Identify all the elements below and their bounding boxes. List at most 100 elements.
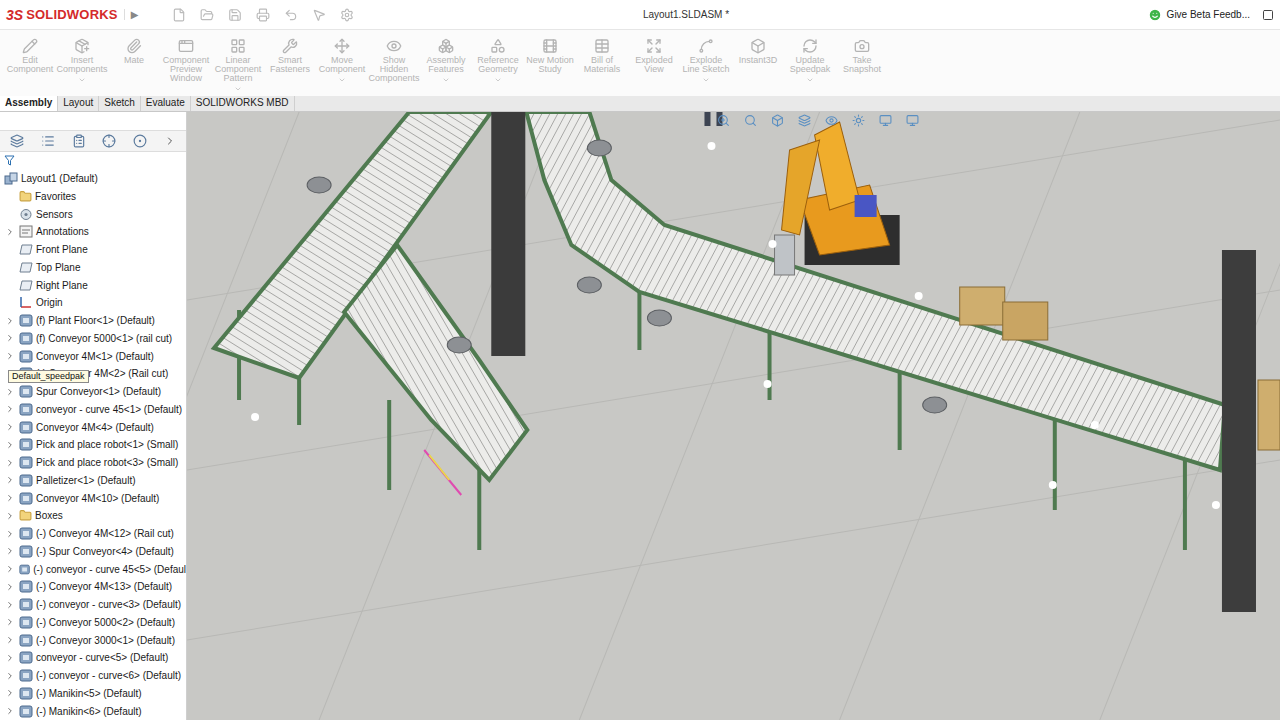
expand-arrow-icon[interactable] xyxy=(5,600,15,610)
tree-item[interactable]: Right Plane xyxy=(0,276,186,294)
handle-dot[interactable] xyxy=(1091,421,1099,429)
hide-show-icon[interactable] xyxy=(825,114,838,127)
section-view-icon[interactable] xyxy=(771,114,784,127)
zoom-fit-icon[interactable] xyxy=(717,114,730,127)
tree-item[interactable]: conveyor - curve 45<1> (Default) xyxy=(0,401,186,419)
expand-arrow-icon[interactable] xyxy=(5,227,15,237)
handle-dot[interactable] xyxy=(1049,481,1057,489)
viewport-canvas[interactable] xyxy=(187,112,1280,720)
expand-arrow-icon[interactable] xyxy=(5,404,15,414)
expander[interactable] xyxy=(4,600,16,610)
expander[interactable] xyxy=(4,635,16,645)
tree-item[interactable]: (f) Conveyor 5000<1> (rail cut) xyxy=(0,330,186,348)
tree-item[interactable]: Conveyor 4M<10> (Default) xyxy=(0,489,186,507)
tree-item[interactable]: (-) Conveyor 4M<2> (Rail cut)Default_spe… xyxy=(0,365,186,383)
expander[interactable] xyxy=(4,404,16,414)
tree-item[interactable]: Layout1 (Default) xyxy=(0,170,186,188)
tree-item[interactable]: (-) Manikin<6> (Default) xyxy=(0,702,186,720)
property-list-icon[interactable] xyxy=(41,134,55,148)
tree-item[interactable]: Pick and place robot<1> (Small) xyxy=(0,436,186,454)
handle-dot[interactable] xyxy=(707,142,715,150)
tree-item[interactable]: (f) Plant Floor<1> (Default) xyxy=(0,312,186,330)
expand-arrow-icon[interactable] xyxy=(5,546,15,556)
expander[interactable] xyxy=(4,564,16,574)
expander[interactable] xyxy=(4,706,16,716)
tree-item[interactable]: (-) Spur Conveyor<4> (Default) xyxy=(0,543,186,561)
expand-arrow-icon[interactable] xyxy=(5,653,15,663)
handle-dot[interactable] xyxy=(769,240,777,248)
monitor-icon[interactable] xyxy=(906,114,919,127)
handle-dot[interactable] xyxy=(1212,501,1220,509)
command-tab[interactable]: SOLIDWORKS MBD xyxy=(191,96,295,111)
tree-item[interactable]: (-) Manikin<5> (Default) xyxy=(0,685,186,703)
print-icon[interactable] xyxy=(256,8,270,22)
expand-arrow-icon[interactable] xyxy=(5,706,15,716)
tree-item[interactable]: (-) Conveyor 4M<12> (Rail cut) xyxy=(0,525,186,543)
expander[interactable] xyxy=(4,387,16,397)
filter-icon[interactable] xyxy=(4,155,15,166)
tree-item[interactable]: Favorites xyxy=(0,188,186,206)
configuration-icon[interactable] xyxy=(72,134,86,148)
tree-item[interactable]: (-) conveyor - curve<3> (Default) xyxy=(0,596,186,614)
tree-item[interactable]: Top Plane xyxy=(0,259,186,277)
tree-item[interactable]: Front Plane xyxy=(0,241,186,259)
new-file-icon[interactable] xyxy=(172,8,186,22)
command-tab[interactable]: Evaluate xyxy=(141,96,191,111)
view-orientation-icon[interactable] xyxy=(798,114,811,127)
expander[interactable] xyxy=(4,582,16,592)
tree-item[interactable]: (-) conveyor - curve<6> (Default) xyxy=(0,667,186,685)
save-icon[interactable] xyxy=(228,8,242,22)
expand-arrow-icon[interactable] xyxy=(5,529,15,539)
tree-item[interactable]: Annotations xyxy=(0,223,186,241)
expander[interactable] xyxy=(4,511,16,521)
expand-arrow-icon[interactable] xyxy=(5,422,15,432)
dimxpert-icon[interactable] xyxy=(102,134,116,148)
expander[interactable] xyxy=(4,440,16,450)
expander[interactable] xyxy=(4,316,16,326)
more-tabs-icon[interactable] xyxy=(164,135,176,147)
expander[interactable] xyxy=(4,475,16,485)
command-tab[interactable]: Assembly xyxy=(0,96,58,111)
menu-arrow[interactable]: ▶ xyxy=(124,9,147,20)
solidworks-logo[interactable]: 3SSOLIDWORKS xyxy=(6,7,118,23)
command-tab[interactable]: Sketch xyxy=(99,96,141,111)
tree-item[interactable]: (-) Conveyor 5000<2> (Default) xyxy=(0,614,186,632)
expander[interactable] xyxy=(4,617,16,627)
tree-item[interactable]: Sensors xyxy=(0,205,186,223)
expand-arrow-icon[interactable] xyxy=(5,635,15,645)
expand-arrow-icon[interactable] xyxy=(5,617,15,627)
tree-item[interactable]: (-) Conveyor 3000<1> (Default) xyxy=(0,631,186,649)
expand-arrow-icon[interactable] xyxy=(5,582,15,592)
display-icon[interactable] xyxy=(879,114,892,127)
options-gear-icon[interactable] xyxy=(340,8,354,22)
expander[interactable] xyxy=(4,653,16,663)
undo-icon[interactable] xyxy=(284,8,298,22)
expand-arrow-icon[interactable] xyxy=(5,475,15,485)
expander[interactable] xyxy=(4,458,16,468)
tree-item[interactable]: conveyor - curve<5> (Default) xyxy=(0,649,186,667)
expand-arrow-icon[interactable] xyxy=(5,511,15,521)
expand-arrow-icon[interactable] xyxy=(5,316,15,326)
expand-arrow-icon[interactable] xyxy=(5,458,15,468)
expander[interactable] xyxy=(4,351,16,361)
expander[interactable] xyxy=(4,671,16,681)
command-tab[interactable]: Layout xyxy=(58,96,99,111)
tree-item[interactable]: Pick and place robot<3> (Small) xyxy=(0,454,186,472)
handle-dot[interactable] xyxy=(251,413,259,421)
expand-arrow-icon[interactable] xyxy=(5,688,15,698)
expand-arrow-icon[interactable] xyxy=(5,387,15,397)
expander[interactable] xyxy=(4,688,16,698)
select-icon[interactable] xyxy=(312,8,326,22)
graphics-area[interactable] xyxy=(187,112,1280,720)
handle-dot[interactable] xyxy=(915,292,923,300)
scene-icon[interactable] xyxy=(852,114,865,127)
tree-item[interactable]: (-) conveyor - curve 45<5> (Defaul xyxy=(0,560,186,578)
expander[interactable] xyxy=(4,493,16,503)
expander[interactable] xyxy=(4,227,16,237)
expand-arrow-icon[interactable] xyxy=(5,493,15,503)
open-folder-icon[interactable] xyxy=(200,8,214,22)
expand-arrow-icon[interactable] xyxy=(5,333,15,343)
display-pie-icon[interactable] xyxy=(133,134,147,148)
expand-arrow-icon[interactable] xyxy=(5,440,15,450)
feedback-button[interactable]: Give Beta Feedb... xyxy=(1148,8,1256,22)
